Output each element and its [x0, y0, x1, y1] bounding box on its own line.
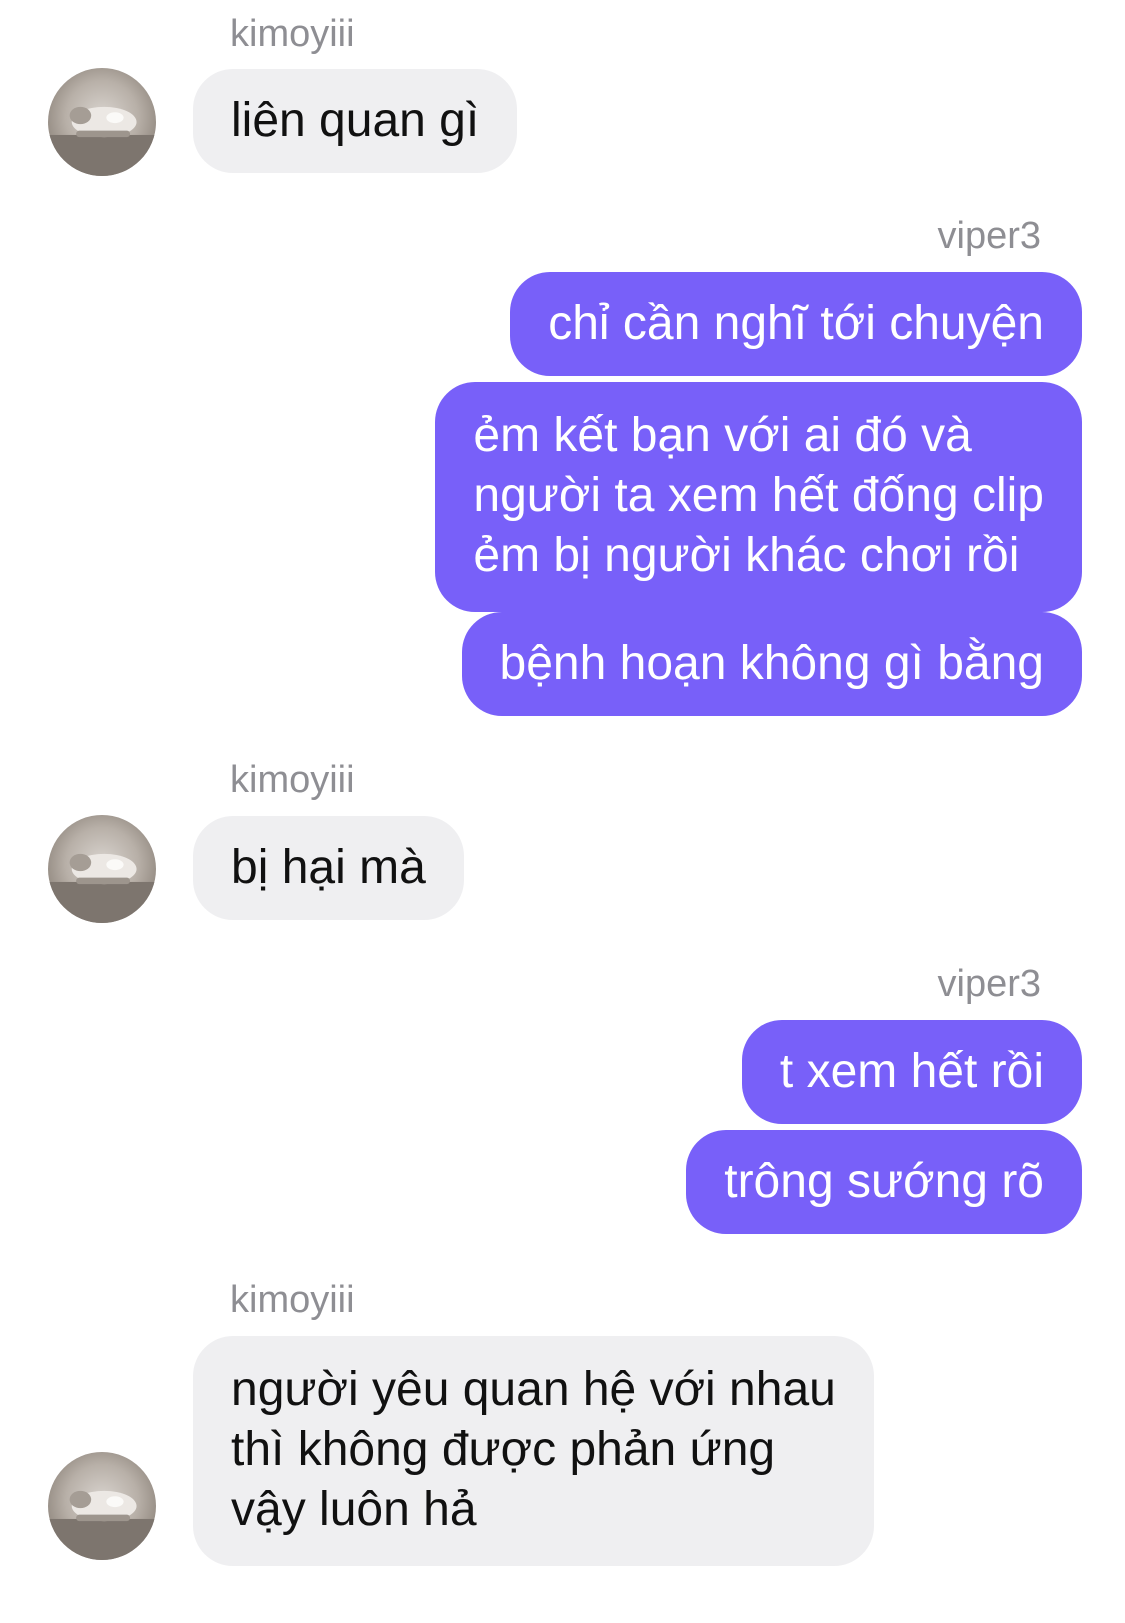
message-bubble[interactable]: bệnh hoạn không gì bằng [461, 612, 1082, 716]
message-bubble[interactable]: trông sướng rõ [686, 1130, 1082, 1234]
sender-name: viper3 [937, 963, 1042, 1005]
message-bubble[interactable]: bị hại mà [193, 816, 464, 920]
message-text: t xem hết rồi [779, 1045, 1044, 1098]
message-text: bệnh hoạn không gì bằng [499, 637, 1045, 690]
sender-name: kimoyiii [230, 13, 355, 55]
cat-photo-icon [48, 853, 156, 923]
message-text: ẻm bị người khác chơi rồi [473, 529, 1020, 582]
message-text: ẻm kết bạn với ai đó và [473, 409, 972, 462]
message-text: vậy luôn hả [231, 1483, 477, 1536]
message-bubble[interactable]: liên quan gì [193, 69, 518, 173]
message-bubble[interactable]: chỉ cần nghĩ tới chuyện [510, 272, 1082, 376]
cat-avatar-icon[interactable] [48, 68, 156, 176]
cat-photo-icon [48, 1490, 156, 1560]
cat-avatar-icon[interactable] [48, 815, 156, 923]
message-bubble[interactable]: ẻm kết bạn với ai đó và người ta xem hết… [435, 382, 1082, 612]
message-text: người ta xem hết đống clip [473, 469, 1044, 522]
message-text: người yêu quan hệ với nhau [231, 1363, 836, 1416]
message-text: liên quan gì [231, 94, 480, 147]
cat-avatar-icon[interactable] [48, 1452, 156, 1560]
cat-photo-icon [48, 106, 156, 176]
sender-name: kimoyiii [230, 1279, 355, 1321]
message-bubble[interactable]: t xem hết rồi [741, 1020, 1082, 1124]
sender-name: kimoyiii [230, 759, 355, 801]
message-text: thì không được phản ứng [231, 1423, 776, 1476]
message-text: bị hại mà [231, 841, 426, 894]
message-text: trông sướng rõ [724, 1155, 1044, 1208]
message-bubble[interactable]: người yêu quan hệ với nhau thì không đượ… [193, 1336, 874, 1566]
sender-name: viper3 [937, 215, 1042, 257]
message-text: chỉ cần nghĩ tới chuyện [548, 297, 1044, 350]
